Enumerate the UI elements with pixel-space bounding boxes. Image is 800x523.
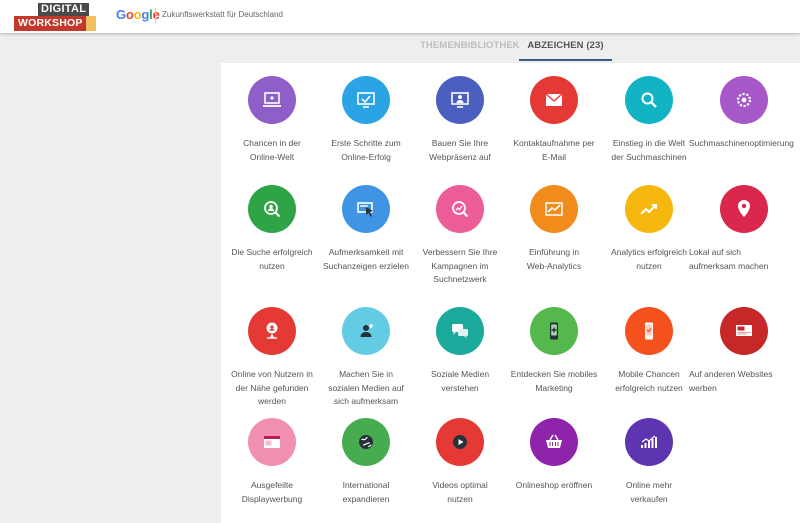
digital-workshop-logo[interactable]: DIGITAL WORKSHOP xyxy=(14,3,96,31)
monitor-check-icon xyxy=(357,92,375,108)
badge-item[interactable]: Lokal auf sich aufmerksam machen xyxy=(689,185,799,273)
badge-circle xyxy=(625,76,673,124)
badge-label: Onlineshop eröffnen xyxy=(515,480,593,490)
monitor-user-icon xyxy=(451,92,469,108)
smartphone-check-icon xyxy=(645,322,653,340)
header-divider xyxy=(155,8,156,23)
badge-label: Suchmaschinenoptimierung xyxy=(689,138,794,148)
badge-item[interactable]: Mobile Chancen erfolgreich nutzen xyxy=(594,307,704,395)
badge-circle xyxy=(625,418,673,466)
badge-circle xyxy=(720,307,768,355)
badge-label: Online mehr verkaufen xyxy=(625,480,673,504)
badge-circle xyxy=(436,418,484,466)
tab-themenbibliothek[interactable]: THEMENBIBLIOTHEK xyxy=(420,39,520,59)
badge-circle xyxy=(720,76,768,124)
add-user-icon xyxy=(360,324,373,337)
badge-circle xyxy=(436,185,484,233)
shopping-basket-icon xyxy=(546,434,562,448)
bar-growth-icon xyxy=(641,435,657,448)
google-letter: e xyxy=(152,7,160,22)
chart-magnifier-icon xyxy=(452,201,469,218)
badge-item[interactable]: Kontaktaufnahme per E-Mail xyxy=(499,76,609,164)
badge-label: Analytics erfolgreich nutzen xyxy=(610,247,688,271)
badge-item[interactable]: Analytics erfolgreich nutzen xyxy=(594,185,704,273)
google-letter: g xyxy=(141,7,150,22)
badge-label: Auf anderen Websites werben xyxy=(689,369,773,393)
badge-circle xyxy=(436,307,484,355)
badge-circle xyxy=(436,76,484,124)
tab-abzeichen[interactable]: ABZEICHEN (23) xyxy=(519,39,612,61)
badge-circle xyxy=(530,307,578,355)
badge-item[interactable]: Entdecken Sie mobiles Marketing xyxy=(499,307,609,395)
envelope-icon xyxy=(545,93,563,106)
badge-grid: Chancen in der Online-Welt Erste Schritte… xyxy=(221,63,800,523)
badge-item[interactable]: Online mehr verkaufen xyxy=(594,418,704,506)
chat-bubbles-icon xyxy=(452,324,468,339)
badge-item[interactable]: Suchmaschinenoptimierung xyxy=(689,76,799,151)
badge-item[interactable]: Einstieg in die Welt der Suchmaschinen xyxy=(594,76,704,164)
smartphone-plus-icon xyxy=(550,322,558,340)
play-button-icon xyxy=(453,435,467,449)
google-letter: G xyxy=(116,7,126,22)
badge-circle xyxy=(720,185,768,233)
logo-accent-block xyxy=(86,16,96,31)
header-tagline: Zukunftswerkstatt für Deutschland xyxy=(162,10,283,19)
badge-label: Entdecken Sie mobiles Marketing xyxy=(510,369,598,393)
display-banner-icon xyxy=(264,436,280,448)
badge-circle xyxy=(342,418,390,466)
logo-text-digital: DIGITAL xyxy=(38,3,90,16)
logo-text-workshop: WORKSHOP xyxy=(14,16,87,31)
display-ad-icon xyxy=(736,325,752,336)
pin-person-icon xyxy=(266,322,278,339)
trend-up-icon xyxy=(640,204,657,215)
globe-icon xyxy=(359,435,373,449)
badge-circle xyxy=(625,185,673,233)
badge-circle xyxy=(248,76,296,124)
badge-circle xyxy=(248,418,296,466)
badge-label: Einführung in Web-Analytics xyxy=(526,247,582,271)
google-letter: o xyxy=(125,7,134,22)
badge-label: Lokal auf sich aufmerksam machen xyxy=(689,247,769,271)
laptop-icon xyxy=(263,92,281,107)
magnifier-icon xyxy=(641,92,657,108)
google-logo[interactable]: Google xyxy=(116,8,160,22)
badge-circle xyxy=(342,185,390,233)
location-pin-icon xyxy=(738,200,750,217)
badge-circle xyxy=(248,185,296,233)
badge-circle xyxy=(530,76,578,124)
gear-search-icon xyxy=(736,92,752,108)
badge-circle xyxy=(248,307,296,355)
search-person-icon xyxy=(264,201,281,218)
badge-circle xyxy=(625,307,673,355)
trend-chart-icon xyxy=(545,202,563,216)
badge-label: Einstieg in die Welt der Suchmaschinen xyxy=(611,138,687,162)
badge-item[interactable]: Auf anderen Websites werben xyxy=(689,307,799,395)
badge-label: Kontaktaufnahme per E-Mail xyxy=(513,138,595,162)
badge-label: Mobile Chancen erfolgreich nutzen xyxy=(615,369,683,393)
badge-circle xyxy=(342,76,390,124)
badge-circle xyxy=(342,307,390,355)
top-header-bar: DIGITAL WORKSHOP Google Zukunftswerkstat… xyxy=(0,0,800,33)
badge-item[interactable]: Onlineshop eröffnen xyxy=(499,418,609,493)
badge-circle xyxy=(530,185,578,233)
badge-item[interactable]: Einführung in Web-Analytics xyxy=(499,185,609,273)
badge-circle xyxy=(530,418,578,466)
cursor-ad-icon xyxy=(357,202,373,217)
